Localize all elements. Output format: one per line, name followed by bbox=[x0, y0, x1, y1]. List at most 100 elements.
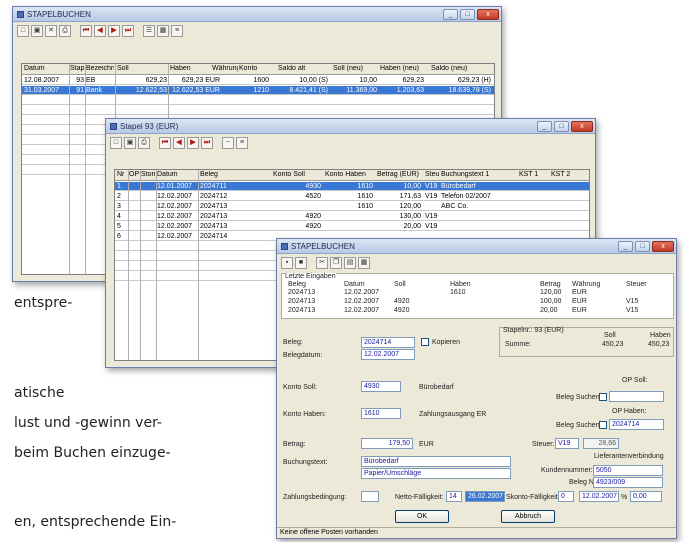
col-datum[interactable]: Datum bbox=[157, 171, 197, 178]
kopieren-checkbox[interactable] bbox=[421, 338, 429, 346]
col-soll[interactable]: Soll bbox=[117, 65, 167, 72]
col-storno[interactable]: Storno bbox=[141, 171, 155, 178]
col-waehrung[interactable]: Währung bbox=[212, 65, 238, 72]
skonto-pct-input[interactable]: 0,00 bbox=[630, 491, 662, 502]
col-kst1[interactable]: KST 1 bbox=[519, 171, 547, 178]
beleg-suchen-haben-checkbox[interactable] bbox=[599, 421, 607, 429]
next-icon[interactable]: ▶ bbox=[187, 137, 199, 149]
op-haben-label: OP Haben: bbox=[612, 408, 647, 415]
paste-icon[interactable]: ▤ bbox=[344, 257, 356, 269]
col-soll-neu[interactable]: Soll (neu) bbox=[333, 65, 377, 72]
abbruch-button[interactable]: Abbruch bbox=[501, 510, 555, 523]
skonto-datum-input[interactable]: 12.02.2007 bbox=[579, 491, 619, 502]
prev-icon[interactable]: ◀ bbox=[173, 137, 185, 149]
kundennummer-input[interactable]: 5050 bbox=[593, 465, 663, 476]
table-header: Datum Stapel Bezeichn. Soll Haben Währun… bbox=[22, 64, 494, 75]
last-icon[interactable]: ⏭ bbox=[122, 25, 134, 37]
col-saldo-alt[interactable]: Saldo alt bbox=[278, 65, 328, 72]
buchungstext-2-input[interactable]: Papier/Umschläge bbox=[361, 468, 511, 479]
minus-icon[interactable]: − bbox=[222, 137, 234, 149]
new-icon[interactable]: □ bbox=[110, 137, 122, 149]
next-icon[interactable]: ▶ bbox=[108, 25, 120, 37]
buchungstext-1-input[interactable]: Bürobedarf bbox=[361, 456, 511, 467]
col-konto-soll[interactable]: Konto Soll bbox=[273, 171, 323, 178]
table-row[interactable]: 3 12.02.2007 2024713 1610 120,00 ABC Co. bbox=[115, 202, 589, 211]
first-icon[interactable]: ⏮ bbox=[80, 25, 92, 37]
netto-tage-input[interactable]: 14 bbox=[446, 491, 462, 502]
steuer-input[interactable]: V19 bbox=[555, 438, 579, 449]
zahlungsbedingung-input[interactable] bbox=[361, 491, 379, 502]
col-op[interactable]: OP bbox=[129, 171, 139, 178]
col-stapel[interactable]: Stapel bbox=[70, 65, 84, 72]
history-title: Letzte Eingaben bbox=[285, 273, 336, 280]
ok-button[interactable]: OK bbox=[395, 510, 449, 523]
col-konto-haben[interactable]: Konto Haben bbox=[325, 171, 375, 178]
print-icon[interactable]: ⎙ bbox=[138, 137, 150, 149]
lieferant-title: Lieferantenverbindung bbox=[594, 453, 664, 460]
table-row[interactable]: 4 12.02.2007 2024713 4920 130,00 V19 bbox=[115, 212, 589, 221]
prev-icon[interactable]: ◀ bbox=[94, 25, 106, 37]
table-row-selected[interactable]: 1 12.01.2007 2024711 4930 1610 10,00 V19… bbox=[115, 182, 589, 191]
book-icon[interactable]: ≡ bbox=[171, 25, 183, 37]
skonto-tage-input[interactable]: 0 bbox=[558, 491, 574, 502]
copy-icon[interactable]: ❐ bbox=[330, 257, 342, 269]
col-buchungstext[interactable]: Buchungstext 1 bbox=[441, 171, 515, 178]
beleg-suchen-soll-label: Beleg Suchen bbox=[556, 394, 600, 401]
save-icon[interactable]: ▪ bbox=[281, 257, 293, 269]
buchungstext-label: Buchungstext: bbox=[283, 459, 328, 466]
col-bezeichnung[interactable]: Bezeichn. bbox=[86, 65, 114, 72]
belegnr-input[interactable]: 4923/009 bbox=[593, 477, 663, 488]
minimize-button[interactable]: _ bbox=[618, 240, 633, 252]
open-icon[interactable]: ▣ bbox=[31, 25, 43, 37]
history-row: 2024713 bbox=[288, 298, 316, 305]
konto-haben-name: Zahlungsausgang ER bbox=[419, 411, 487, 418]
konto-haben-input[interactable]: 1610 bbox=[361, 408, 401, 419]
op-haben-input[interactable]: 2024714 bbox=[609, 419, 664, 430]
app-icon bbox=[281, 242, 288, 250]
table-row[interactable]: 5 12.02.2007 2024713 4920 20,00 V19 bbox=[115, 222, 589, 231]
betrag-input[interactable]: 179,50 bbox=[361, 438, 413, 449]
minimize-button[interactable]: _ bbox=[443, 8, 458, 20]
col-datum[interactable]: Datum bbox=[24, 65, 68, 72]
beleg-suchen-soll-checkbox[interactable] bbox=[599, 393, 607, 401]
netto-datum-input[interactable]: 26.02.2007 bbox=[465, 491, 505, 502]
maximize-button[interactable]: □ bbox=[635, 240, 650, 252]
stapelbuchen-entry-window: STAPELBUCHEN _ □ x ▪ ■ ✂ ❐ ▤ ▦ Letzte Ei… bbox=[276, 238, 677, 539]
print-icon[interactable]: ⎙ bbox=[59, 25, 71, 37]
list-icon[interactable]: ☰ bbox=[143, 25, 155, 37]
new-icon[interactable]: □ bbox=[17, 25, 29, 37]
first-icon[interactable]: ⏮ bbox=[159, 137, 171, 149]
minimize-button[interactable]: _ bbox=[537, 120, 552, 132]
book-icon[interactable]: ≡ bbox=[236, 137, 248, 149]
last-icon[interactable]: ⏭ bbox=[201, 137, 213, 149]
konto-soll-input[interactable]: 4930 bbox=[361, 381, 401, 392]
col-saldo-neu[interactable]: Saldo (neu) bbox=[431, 65, 491, 72]
beleg-input[interactable]: 2024714 bbox=[361, 337, 415, 348]
col-betrag[interactable]: Betrag (EUR) bbox=[377, 171, 423, 178]
belegdatum-input[interactable]: 12.02.2007 bbox=[361, 349, 415, 360]
op-soll-label: OP Soll: bbox=[622, 377, 648, 384]
col-nr[interactable]: Nr bbox=[117, 171, 127, 178]
stop-icon[interactable]: ■ bbox=[295, 257, 307, 269]
close-button[interactable]: x bbox=[477, 8, 499, 20]
op-soll-input[interactable] bbox=[609, 391, 664, 402]
col-haben-neu[interactable]: Haben (neu) bbox=[380, 65, 424, 72]
grid-icon[interactable]: ▦ bbox=[358, 257, 370, 269]
close-button[interactable]: x bbox=[652, 240, 674, 252]
close-button[interactable]: x bbox=[571, 120, 593, 132]
col-kst2[interactable]: KST 2 bbox=[551, 171, 579, 178]
open-icon[interactable]: ▣ bbox=[124, 137, 136, 149]
col-beleg[interactable]: Beleg bbox=[200, 171, 240, 178]
kundennummer-label: Kundennummer: bbox=[541, 467, 593, 474]
table-row[interactable]: 12.08.2007 93 EB 629,23 629,23 EUR 1600 … bbox=[22, 76, 494, 85]
cut-icon[interactable]: ✂ bbox=[316, 257, 328, 269]
col-konto[interactable]: Konto bbox=[239, 65, 269, 72]
table-row-selected[interactable]: 31.03.2007 91 Bank 12.622,53 12.622,53 E… bbox=[22, 86, 494, 95]
maximize-button[interactable]: □ bbox=[460, 8, 475, 20]
background-text-1: entspre- bbox=[14, 295, 73, 311]
table-row[interactable]: 2 12.02.2007 2024712 4520 1610 171,63 V1… bbox=[115, 192, 589, 201]
maximize-button[interactable]: □ bbox=[554, 120, 569, 132]
col-steuer[interactable]: Steuer bbox=[425, 171, 439, 178]
calc-icon[interactable]: ▦ bbox=[157, 25, 169, 37]
delete-icon[interactable]: ✕ bbox=[45, 25, 57, 37]
